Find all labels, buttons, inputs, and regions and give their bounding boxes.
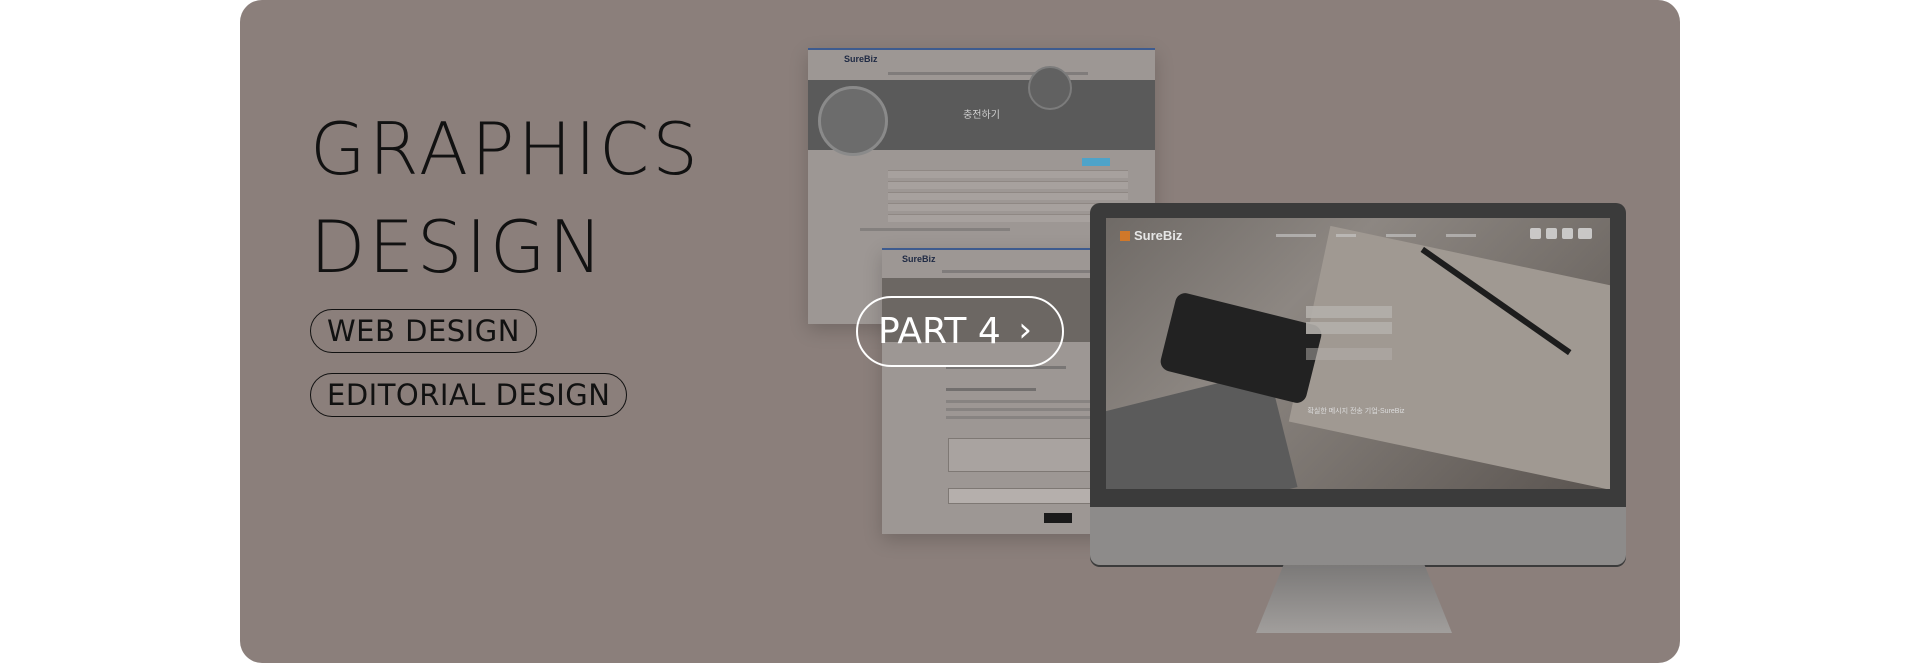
brand-logo: SureBiz — [902, 254, 936, 264]
section-heading — [946, 388, 1036, 391]
menu-item — [1336, 234, 1356, 237]
monitor-chin — [1090, 507, 1626, 565]
table-row — [888, 170, 1128, 178]
login-buttons — [1306, 348, 1392, 360]
phone-image — [1158, 291, 1324, 405]
youtube-icon — [1562, 228, 1573, 239]
tab-strip — [860, 228, 1010, 231]
tag-editorial-design[interactable]: EDITORIAL DESIGN — [310, 373, 628, 417]
bitcoin-icon — [818, 86, 888, 156]
menu-item — [1386, 234, 1416, 237]
facebook-icon — [1530, 228, 1541, 239]
brand-logo: SureBiz — [844, 54, 878, 64]
hero-banner: 충전하기 — [808, 66, 1155, 156]
monitor-tagline: 확실한 메시지 전송 기업-SureBiz — [1307, 408, 1405, 415]
surebiz-logo-text: SureBiz — [1134, 228, 1183, 243]
coin-icon — [1028, 66, 1072, 110]
submit-button — [1044, 513, 1072, 523]
instagram-icon — [1546, 228, 1557, 239]
menu-item — [1446, 234, 1476, 237]
tag-web-design[interactable]: WEB DESIGN — [310, 309, 537, 353]
table-row — [888, 192, 1128, 200]
part-4-button[interactable]: PART 4 › — [856, 296, 1064, 367]
title-line-1: GRAPHICS — [310, 107, 701, 191]
title-line-2: DESIGN — [310, 205, 606, 289]
table-row — [888, 181, 1128, 189]
surebiz-logo: SureBiz — [1120, 228, 1182, 243]
logo-mark-icon — [1120, 231, 1130, 241]
menu-item — [1276, 234, 1316, 237]
chevron-right-icon: › — [1018, 310, 1032, 350]
chat-icon — [1578, 228, 1592, 239]
page-title: GRAPHICS DESIGN — [310, 100, 701, 296]
login-id-field — [1306, 306, 1392, 318]
login-password-field — [1306, 322, 1392, 334]
hero-title: 충전하기 — [963, 110, 1000, 121]
monitor-screen: SureBiz 확실한 메시지 전송 기업-SureBiz — [1106, 218, 1610, 489]
top-bar — [808, 48, 1155, 50]
action-button — [1082, 158, 1110, 166]
monitor-stand — [1256, 565, 1452, 633]
part-4-label: PART 4 — [878, 311, 1001, 352]
